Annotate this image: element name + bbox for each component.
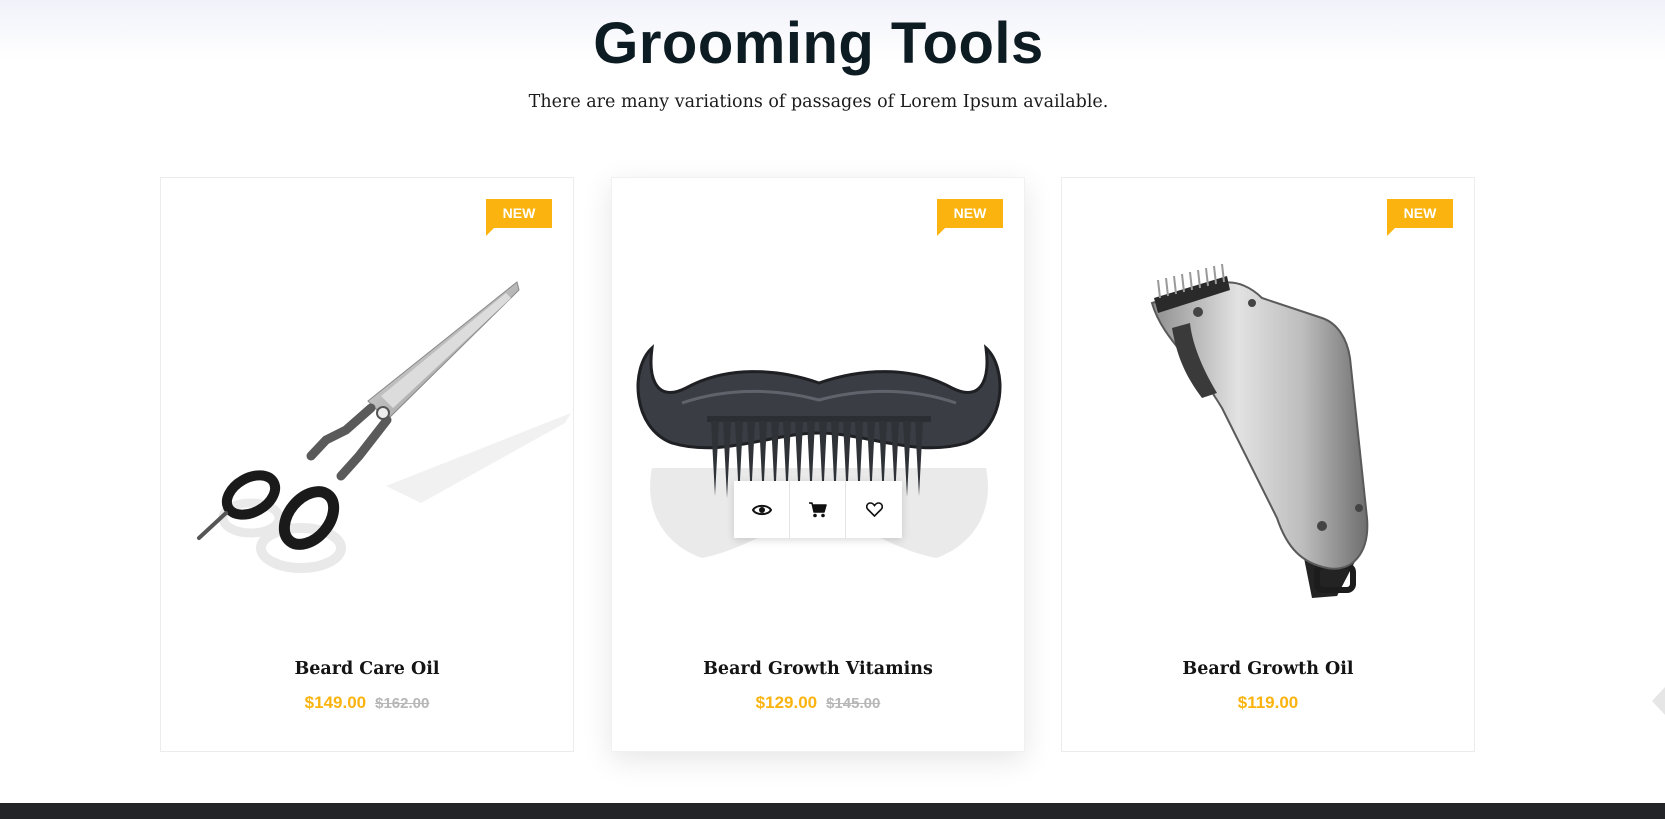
carousel-next-arrow[interactable] [1652, 686, 1665, 716]
price-row: $129.00 $145.00 [612, 693, 1024, 713]
quick-view-eye-icon [751, 504, 772, 515]
price-row: $119.00 [1062, 693, 1474, 713]
add-to-wishlist-button[interactable] [846, 481, 902, 538]
product-name[interactable]: Beard Care Oil [161, 659, 573, 679]
new-badge: NEW [1387, 199, 1453, 236]
product-name[interactable]: Beard Growth Oil [1062, 659, 1474, 679]
quick-view-button[interactable] [734, 481, 790, 538]
old-price: $145.00 [826, 695, 881, 712]
hair-clipper-image[interactable] [1062, 218, 1476, 648]
new-badge: NEW [937, 199, 1003, 236]
sale-price: $149.00 [304, 693, 367, 712]
new-badge: NEW [486, 199, 552, 236]
sale-price: $119.00 [1237, 693, 1299, 712]
product-card[interactable]: NEW Beard Growth Oil $119.00 [1061, 177, 1475, 752]
product-card[interactable]: NEW Beard Growth Vitamins $129.00 $145.00 [611, 177, 1025, 752]
old-price: $162.00 [375, 695, 430, 712]
taskbar [0, 803, 1665, 819]
add-to-cart-icon [808, 501, 827, 517]
add-to-cart-button[interactable] [790, 481, 846, 538]
scissors-image[interactable] [161, 218, 575, 648]
section-subtitle: There are many variations of passages of… [528, 92, 1109, 112]
wishlist-heart-icon [865, 502, 883, 517]
section-title: Grooming Tools [593, 11, 1044, 76]
mustache-comb-image[interactable] [612, 218, 1026, 648]
sale-price: $129.00 [755, 693, 818, 712]
product-name[interactable]: Beard Growth Vitamins [612, 659, 1024, 679]
product-card[interactable]: NEW Beard Care Oil $149.00 $162.00 [160, 177, 574, 752]
product-action-bar [734, 481, 902, 538]
price-row: $149.00 $162.00 [161, 693, 573, 713]
